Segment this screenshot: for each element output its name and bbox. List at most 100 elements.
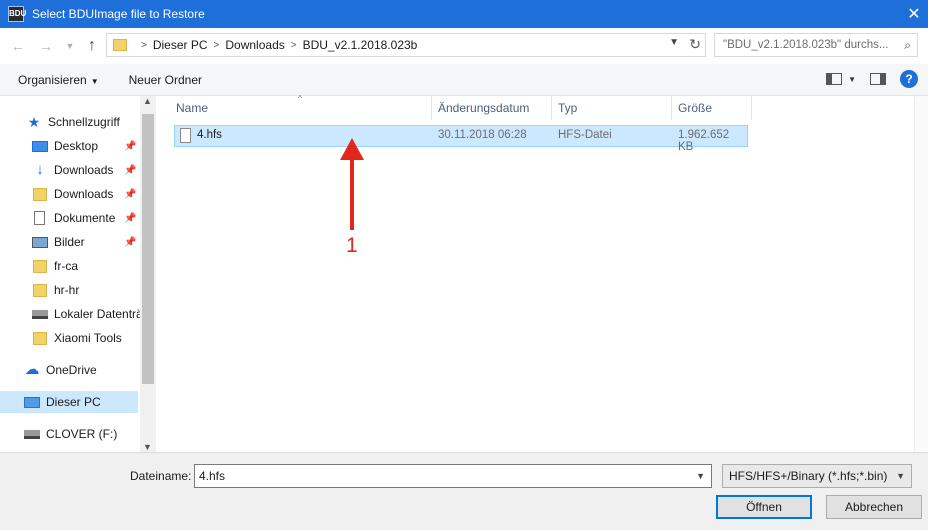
file-name: 4.hfs <box>197 129 222 141</box>
sidebar-item-lokaler-datentraeger[interactable]: Lokaler Datenträ <box>32 303 143 325</box>
sidebar-item-label: Desktop <box>54 139 99 153</box>
open-button[interactable]: Öffnen <box>716 495 812 519</box>
dialog-footer: Dateiname: 4.hfs ▼ HFS/HFS+/Binary (*.hf… <box>0 452 928 530</box>
navigation-pane: ★ Schnellzugriff Desktop 📌 ↓ Downloads 📌… <box>0 96 156 452</box>
sidebar-item-onedrive[interactable]: ☁ OneDrive <box>24 359 97 381</box>
address-row: ← → ▼ ↑ > Dieser PC > Downloads > BDU_v2… <box>0 28 928 64</box>
chevron-right-icon[interactable]: > <box>141 40 147 51</box>
organize-label: Organisieren <box>18 72 87 87</box>
table-row[interactable]: 4.hfs 30.11.2018 06:28 HFS-Datei 1.962.6… <box>174 125 748 153</box>
file-type: HFS-Datei <box>558 129 612 141</box>
sidebar-item-bilder[interactable]: Bilder 📌 <box>32 231 140 253</box>
sidebar-item-schnellzugriff[interactable]: ★ Schnellzugriff <box>26 111 120 133</box>
document-icon <box>34 211 45 225</box>
chevron-right-icon[interactable]: > <box>291 40 297 51</box>
annotation-number-1: 1 <box>346 234 358 257</box>
column-header-date[interactable]: Änderungsdatum <box>432 96 552 120</box>
column-header-type[interactable]: Typ <box>552 96 672 120</box>
filetype-value: HFS/HFS+/Binary (*.hfs;*.bin) <box>729 469 888 483</box>
sidebar-item-xiaomi-tools[interactable]: Xiaomi Tools <box>32 327 122 349</box>
filename-field[interactable]: 4.hfs ▼ <box>194 464 712 488</box>
pin-icon[interactable]: 📌 <box>124 213 136 224</box>
sidebar-item-downloads-folder[interactable]: Downloads 📌 <box>32 183 140 205</box>
folder-icon <box>33 259 47 273</box>
sidebar-item-downloads-quick[interactable]: ↓ Downloads 📌 <box>32 159 140 181</box>
sidebar-item-label: Bilder <box>54 235 85 249</box>
up-arrow-icon[interactable]: ↑ <box>82 36 102 56</box>
sidebar-item-label: Downloads <box>54 187 114 201</box>
sidebar-item-label: fr-ca <box>54 259 78 273</box>
filename-value: 4.hfs <box>199 469 226 483</box>
download-icon: ↓ <box>36 161 44 178</box>
pictures-icon <box>32 236 48 248</box>
breadcrumb-downloads[interactable]: Downloads <box>225 38 284 52</box>
breadcrumb-bdu-folder[interactable]: BDU_v2.1.2018.023b <box>303 38 418 52</box>
chevron-right-icon[interactable]: > <box>214 40 220 51</box>
preview-pane-icon[interactable] <box>870 73 886 85</box>
help-icon[interactable]: ? <box>900 70 918 88</box>
folder-icon <box>33 283 47 297</box>
back-arrow-icon[interactable]: ← <box>8 36 28 56</box>
chevron-down-icon[interactable]: ▼ <box>896 465 905 487</box>
folder-icon <box>33 187 47 201</box>
search-icon[interactable]: ⌕ <box>904 38 911 53</box>
sidebar-item-label: Downloads <box>54 163 114 177</box>
file-size: 1.962.652 KB <box>678 129 730 153</box>
scrollbar-thumb[interactable] <box>142 114 154 384</box>
folder-icon <box>33 331 47 345</box>
close-icon[interactable]: ✕ <box>900 0 928 28</box>
organize-button[interactable]: Organisieren ▼ <box>18 73 99 87</box>
sidebar-item-dokumente[interactable]: Dokumente 📌 <box>32 207 140 229</box>
sidebar-scrollbar[interactable]: ▲ ▼ <box>140 96 156 452</box>
change-view-icon[interactable] <box>826 73 843 85</box>
new-folder-button[interactable]: Neuer Ordner <box>129 73 202 87</box>
sidebar-item-label: Dokumente <box>54 211 116 225</box>
sidebar-item-clover[interactable]: CLOVER (F:) <box>24 423 117 445</box>
address-bar[interactable]: > Dieser PC > Downloads > BDU_v2.1.2018.… <box>106 33 706 57</box>
pin-icon[interactable]: 📌 <box>124 237 136 248</box>
chevron-down-icon[interactable]: ▼ <box>143 442 152 452</box>
folder-icon <box>113 39 127 51</box>
search-placeholder: "BDU_v2.1.2018.023b" durchs... <box>723 39 889 51</box>
cancel-button[interactable]: Abbrechen <box>826 495 922 519</box>
window-title: Select BDUImage file to Restore <box>32 7 205 21</box>
refresh-icon[interactable]: ↻ <box>689 36 701 53</box>
drive-icon <box>32 309 48 319</box>
pin-icon[interactable]: 📌 <box>124 189 136 200</box>
breadcrumb-dieser-pc[interactable]: Dieser PC <box>153 38 208 52</box>
sidebar-item-label: Schnellzugriff <box>48 115 120 129</box>
column-header-name[interactable]: Name ^ <box>158 94 432 120</box>
sidebar-item-label: hr-hr <box>54 283 80 297</box>
sidebar-item-label: Dieser PC <box>46 395 101 409</box>
chevron-down-icon[interactable]: ▼ <box>696 465 705 487</box>
sidebar-item-desktop[interactable]: Desktop 📌 <box>32 135 140 157</box>
chevron-down-icon[interactable]: ▼ <box>848 75 856 84</box>
chevron-down-icon[interactable]: ▼ <box>669 37 679 48</box>
recent-locations-chevron-icon[interactable]: ▼ <box>60 36 80 56</box>
chevron-up-icon[interactable]: ▲ <box>143 96 152 106</box>
computer-icon <box>24 396 40 408</box>
app-icon: BDU <box>8 6 26 22</box>
chevron-down-icon: ▼ <box>90 76 99 86</box>
file-icon <box>180 128 191 143</box>
cloud-icon: ☁ <box>24 361 40 378</box>
sidebar-item-dieser-pc[interactable]: Dieser PC <box>0 391 138 413</box>
sidebar-item-label: Xiaomi Tools <box>54 331 122 345</box>
title-bar: BDU Select BDUImage file to Restore ✕ <box>0 0 928 28</box>
desktop-icon <box>32 140 48 152</box>
file-list: Name ^ Änderungsdatum Typ Größe 4.hfs 30… <box>158 94 928 452</box>
sidebar-item-fr-ca[interactable]: fr-ca <box>32 255 78 277</box>
sidebar-item-label: OneDrive <box>46 363 97 377</box>
column-label: Name <box>176 101 209 115</box>
pin-icon[interactable]: 📌 <box>124 165 136 176</box>
search-input[interactable]: "BDU_v2.1.2018.023b" durchs... ⌕ <box>714 33 918 57</box>
sidebar-item-label: CLOVER (F:) <box>46 427 118 441</box>
column-header-size[interactable]: Größe <box>672 96 752 120</box>
filetype-select[interactable]: HFS/HFS+/Binary (*.hfs;*.bin) ▼ <box>722 464 912 488</box>
usb-drive-icon <box>24 429 40 439</box>
file-list-scrollbar[interactable] <box>914 96 928 452</box>
star-icon: ★ <box>27 114 41 130</box>
sidebar-item-hr-hr[interactable]: hr-hr <box>32 279 79 301</box>
forward-arrow-icon[interactable]: → <box>36 36 56 56</box>
pin-icon[interactable]: 📌 <box>124 141 136 152</box>
